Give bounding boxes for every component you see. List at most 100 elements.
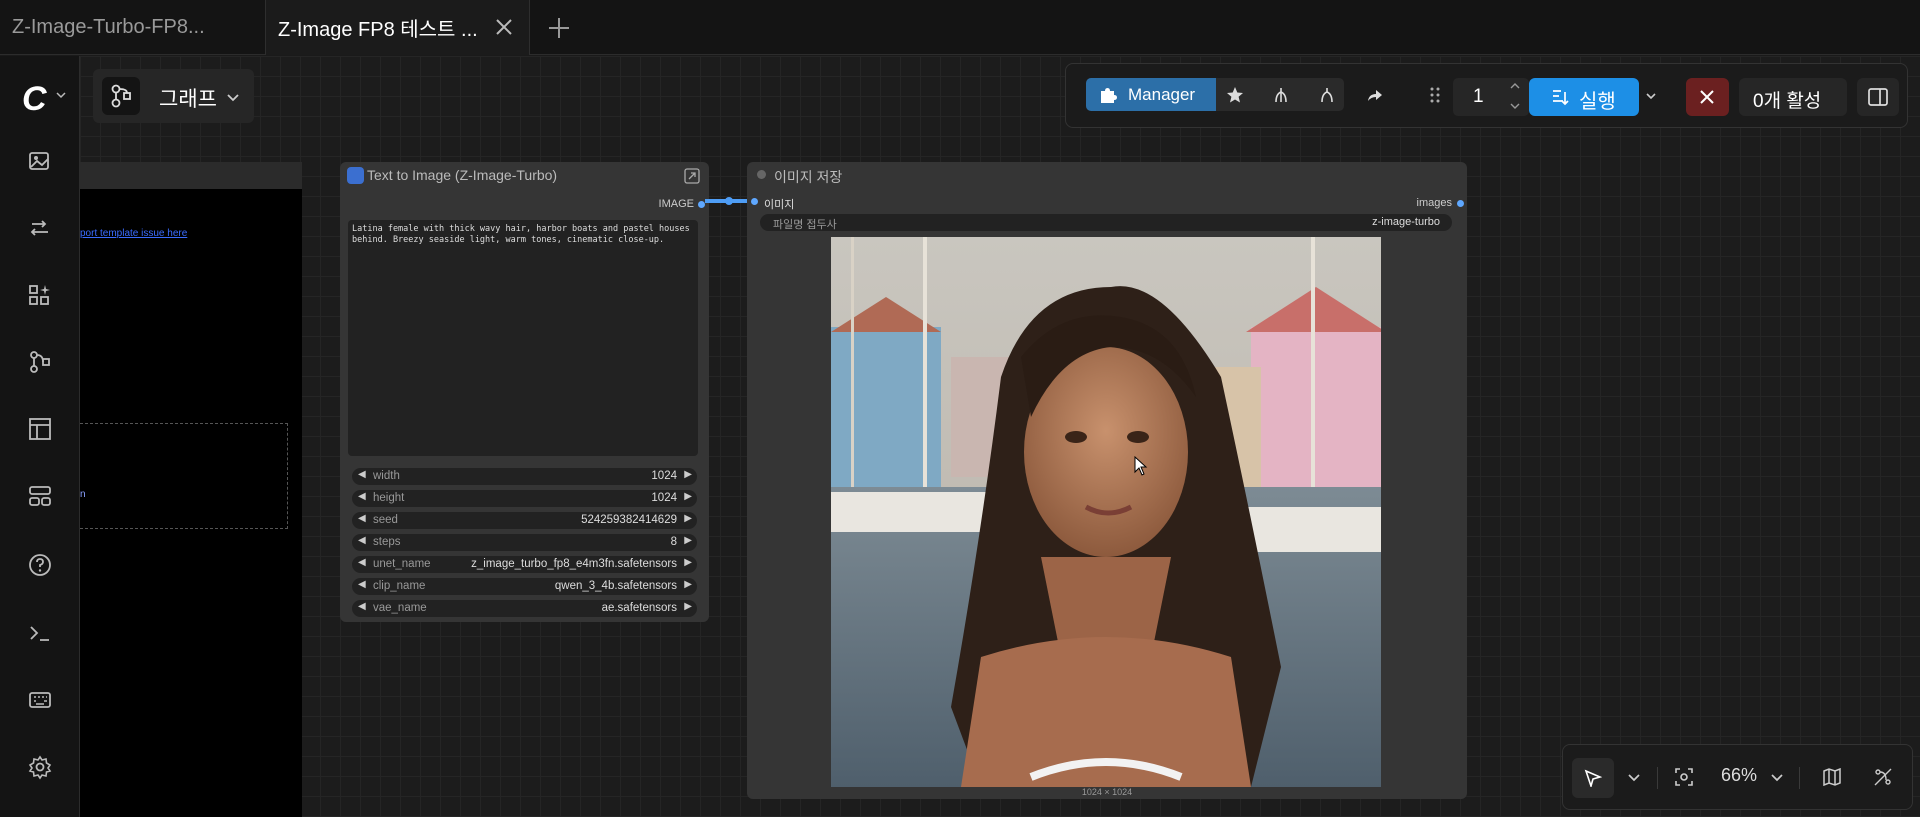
images-icon[interactable] <box>27 148 53 174</box>
expand-icon[interactable] <box>684 168 700 184</box>
widget-value: ae.safetensors <box>601 602 677 614</box>
increment-icon[interactable]: ▶ <box>684 557 692 568</box>
run-label: 실행 <box>1579 91 1616 113</box>
decrement-icon[interactable]: ◀ <box>358 491 366 502</box>
fit-view-icon[interactable] <box>1675 768 1693 786</box>
decrement-icon[interactable]: ◀ <box>358 557 366 568</box>
graph-menu-button[interactable]: 그래프 <box>93 69 254 123</box>
manager-button[interactable]: Manager <box>1086 78 1216 111</box>
tab-label: Z-Image FP8 테스트 ... <box>278 19 478 41</box>
save-image-node[interactable]: 이미지 저장 이미지 images 파일명 접두사 z-image-turbo <box>747 162 1467 799</box>
report-issue-link[interactable]: port template issue here <box>80 228 187 239</box>
steps-widget[interactable]: ◀ steps 8 ▶ <box>352 534 697 551</box>
chevron-down-icon[interactable] <box>1625 768 1643 786</box>
clip-name-widget[interactable]: ◀ clip_name qwen_3_4b.safetensors ▶ <box>352 578 697 595</box>
chevron-down-icon[interactable] <box>1644 89 1658 103</box>
chevron-down-icon[interactable] <box>55 89 67 101</box>
increment-icon[interactable]: ▶ <box>684 535 692 546</box>
chevron-down-icon[interactable] <box>1768 768 1786 786</box>
output-slot-label: IMAGE <box>658 198 694 210</box>
zoom-level[interactable]: 66% <box>1721 765 1757 786</box>
tab-workflow-2[interactable]: Z-Image FP8 테스트 ... <box>266 0 530 55</box>
input-slot[interactable] <box>751 198 758 205</box>
collapse-dot-icon[interactable] <box>757 170 766 179</box>
graph-menu-label: 그래프 <box>159 88 217 111</box>
workflows-icon[interactable] <box>27 349 53 375</box>
add-tab-icon[interactable] <box>546 15 572 41</box>
widget-name: seed <box>373 514 398 526</box>
divider <box>1657 767 1658 789</box>
output-image-preview[interactable] <box>831 237 1381 787</box>
batch-count-value: 1 <box>1473 86 1484 107</box>
templates-icon[interactable] <box>27 416 53 442</box>
star-icon[interactable] <box>1226 86 1244 104</box>
widget-value: 1024 <box>651 492 677 504</box>
output-slot[interactable] <box>1457 200 1464 207</box>
active-jobs-button[interactable]: 0개 활성 <box>1739 78 1847 116</box>
mouse-cursor-icon <box>1134 456 1148 476</box>
batch-count-input[interactable]: 1 <box>1453 78 1529 116</box>
minimap-icon[interactable] <box>1823 768 1841 786</box>
widget-value: 524259382414629 <box>581 514 677 526</box>
queue-icon <box>1553 90 1569 106</box>
chevron-up-icon[interactable] <box>1509 81 1521 91</box>
toggle-panel-button[interactable] <box>1857 78 1899 116</box>
help-icon[interactable] <box>27 552 53 578</box>
divider <box>1799 767 1800 789</box>
terminal-icon[interactable] <box>27 620 53 646</box>
node-library-icon[interactable] <box>27 282 53 308</box>
chevron-down-icon <box>227 94 239 102</box>
close-icon[interactable] <box>493 16 515 38</box>
pointer-icon <box>1584 769 1602 787</box>
hide-links-icon[interactable] <box>1874 768 1892 786</box>
link-midpoint[interactable] <box>725 197 733 205</box>
widget-value: z_image_turbo_fp8_e4m3fn.safetensors <box>471 558 677 570</box>
comfy-logo-icon[interactable]: C <box>22 80 47 119</box>
tab-bar: Z-Image-Turbo-FP8... Z-Image FP8 테스트 ... <box>0 0 1920 55</box>
vae-name-widget[interactable]: ◀ vae_name ae.safetensors ▶ <box>352 600 697 617</box>
layout-icon[interactable] <box>27 483 53 509</box>
share-icon[interactable] <box>1365 86 1383 104</box>
graph-icon <box>102 77 140 115</box>
tab-workflow-1[interactable]: Z-Image-Turbo-FP8... <box>0 0 266 55</box>
cancel-run-button[interactable] <box>1686 78 1729 116</box>
partial-node-header[interactable] <box>80 162 302 189</box>
increment-icon[interactable]: ▶ <box>684 579 692 590</box>
increment-icon[interactable]: ▶ <box>684 469 692 480</box>
widget-value: 1024 <box>651 470 677 482</box>
prompt-textarea[interactable]: Latina female with thick wavy hair, harb… <box>348 220 698 456</box>
action-toolbar: Manager 1 실행 0개 활성 <box>1065 63 1908 128</box>
branch-alt-icon[interactable] <box>1318 86 1336 104</box>
dashed-frame <box>80 423 288 529</box>
tab-label: Z-Image-Turbo-FP8... <box>12 16 205 38</box>
select-tool-button[interactable] <box>1572 758 1614 798</box>
text-to-image-node[interactable]: Text to Image (Z-Image-Turbo) IMAGE Lati… <box>340 162 709 622</box>
height-widget[interactable]: ◀ height 1024 ▶ <box>352 490 697 507</box>
decrement-icon[interactable]: ◀ <box>358 535 366 546</box>
filename-prefix-widget[interactable]: 파일명 접두사 z-image-turbo <box>760 214 1452 231</box>
increment-icon[interactable]: ▶ <box>684 513 692 524</box>
unet-name-widget[interactable]: ◀ unet_name z_image_turbo_fp8_e4m3fn.saf… <box>352 556 697 573</box>
widget-value: z-image-turbo <box>1372 216 1440 228</box>
increment-icon[interactable]: ▶ <box>684 601 692 612</box>
widget-name: width <box>373 470 400 482</box>
decrement-icon[interactable]: ◀ <box>358 579 366 590</box>
node-title: Text to Image (Z-Image-Turbo) <box>367 167 558 183</box>
seed-widget[interactable]: ◀ seed 524259382414629 ▶ <box>352 512 697 529</box>
run-button[interactable]: 실행 <box>1529 78 1639 116</box>
branch-icon[interactable] <box>1272 86 1290 104</box>
width-widget[interactable]: ◀ width 1024 ▶ <box>352 468 697 485</box>
increment-icon[interactable]: ▶ <box>684 491 692 502</box>
drag-handle-icon[interactable] <box>1429 86 1441 104</box>
node-header[interactable]: Text to Image (Z-Image-Turbo) <box>340 162 709 190</box>
settings-icon[interactable] <box>27 754 53 780</box>
decrement-icon[interactable]: ◀ <box>358 601 366 612</box>
keyboard-icon[interactable] <box>27 687 53 713</box>
decrement-icon[interactable]: ◀ <box>358 513 366 524</box>
output-slot[interactable] <box>698 201 705 208</box>
decrement-icon[interactable]: ◀ <box>358 469 366 480</box>
output-slot-label: images <box>1416 197 1452 209</box>
chevron-down-icon[interactable] <box>1509 101 1521 111</box>
widget-name: steps <box>373 536 401 548</box>
model-library-icon[interactable] <box>27 215 53 241</box>
